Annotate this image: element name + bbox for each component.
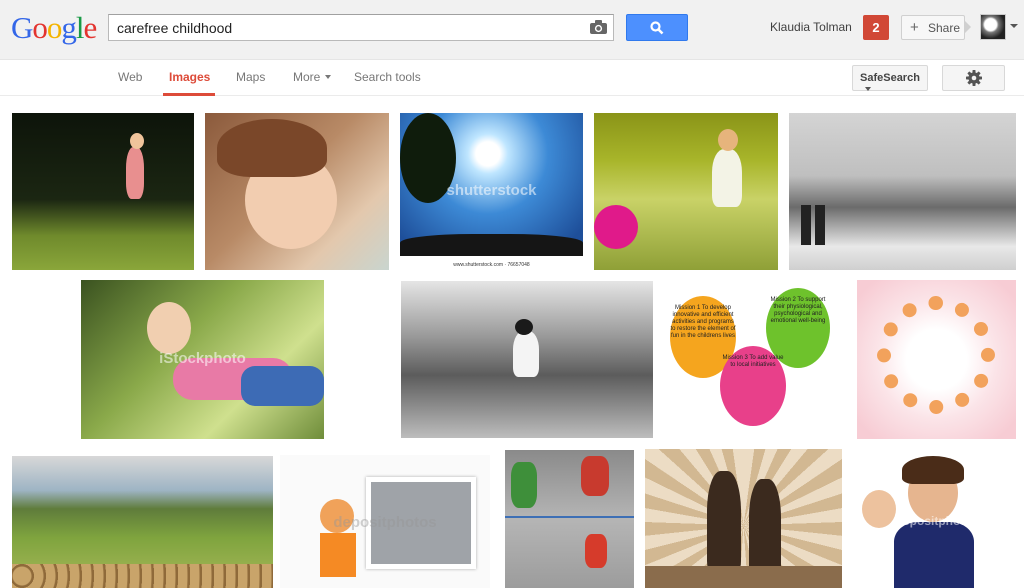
- top-bar: Google Klaudia Tolman 2 + Share: [0, 0, 1024, 60]
- plus-icon: +: [910, 19, 919, 36]
- tab-search-tools[interactable]: Search tools: [354, 70, 421, 84]
- image-result[interactable]: depositphotos: [858, 456, 1016, 588]
- active-tab-indicator: [163, 93, 215, 96]
- search-button[interactable]: [626, 14, 688, 41]
- share-label: Share: [928, 21, 961, 35]
- image-caption: www.shutterstock.com · 76657048: [453, 262, 530, 268]
- watermark: iStockphoto: [159, 349, 246, 367]
- image-result[interactable]: [857, 280, 1016, 439]
- image-result[interactable]: [12, 113, 194, 270]
- watermark: depositphotos: [333, 513, 437, 531]
- image-result[interactable]: depositphotos: [280, 455, 490, 588]
- image-result[interactable]: [205, 113, 389, 270]
- settings-button[interactable]: [942, 65, 1005, 91]
- search-icon: [650, 21, 664, 35]
- search-box[interactable]: [108, 14, 614, 41]
- image-result[interactable]: [594, 113, 778, 270]
- mission-3-text: Mission 3 To add value to local initiati…: [722, 355, 784, 368]
- tab-web[interactable]: Web: [118, 70, 142, 84]
- search-input[interactable]: [117, 19, 577, 37]
- image-result[interactable]: [789, 113, 1016, 270]
- image-result[interactable]: [505, 450, 634, 588]
- tab-images[interactable]: Images: [169, 70, 210, 84]
- watermark: shutterstock: [446, 182, 537, 200]
- image-result[interactable]: [401, 281, 653, 438]
- watermark: depositphotos: [895, 514, 979, 529]
- avatar[interactable]: [980, 14, 1006, 40]
- image-result[interactable]: shutterstock www.shutterstock.com · 7665…: [400, 113, 583, 270]
- camera-icon[interactable]: [590, 20, 607, 34]
- search-tabs-bar: Web Images Maps More Search tools SafeSe…: [0, 60, 1024, 96]
- chevron-down-icon[interactable]: [1010, 24, 1018, 28]
- tab-maps[interactable]: Maps: [236, 70, 265, 84]
- share-arrow-icon: [965, 21, 971, 33]
- mission-1-text: Mission 1 To develop innovative and effi…: [670, 305, 736, 339]
- mission-2-text: Mission 2 To support their physiological…: [770, 297, 826, 324]
- google-logo[interactable]: Google: [11, 10, 97, 46]
- caret-down-icon: [865, 87, 871, 91]
- image-result[interactable]: [12, 456, 273, 588]
- safesearch-label: SafeSearch: [860, 72, 920, 84]
- share-button[interactable]: + Share: [901, 15, 965, 40]
- gear-icon: [966, 70, 982, 86]
- tab-more[interactable]: More: [293, 70, 332, 84]
- image-result[interactable]: Mission 1 To develop innovative and effi…: [660, 280, 850, 438]
- balloon-mission-3: Mission 3 To add value to local initiati…: [720, 346, 786, 426]
- notification-badge[interactable]: 2: [863, 15, 889, 40]
- image-results: shutterstock www.shutterstock.com · 7665…: [0, 97, 1024, 588]
- caret-down-icon: [325, 75, 332, 79]
- safesearch-button[interactable]: SafeSearch: [852, 65, 928, 91]
- user-name[interactable]: Klaudia Tolman: [770, 20, 852, 34]
- image-result[interactable]: iStockphoto: [81, 280, 324, 439]
- image-result[interactable]: [645, 449, 842, 588]
- tab-more-label: More: [293, 70, 321, 84]
